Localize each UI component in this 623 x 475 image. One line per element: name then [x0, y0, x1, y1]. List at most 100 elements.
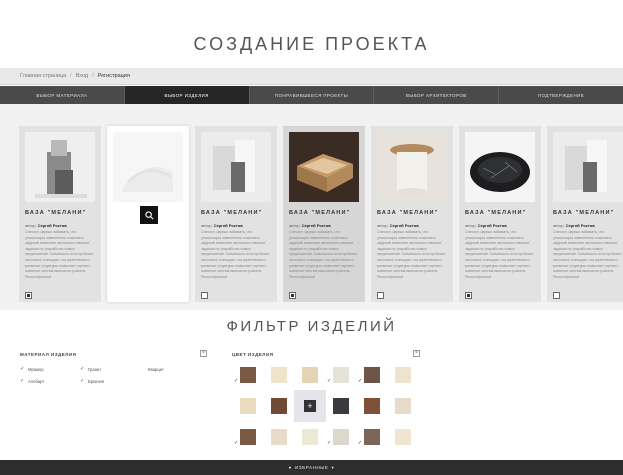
- round-table-icon: [377, 132, 447, 202]
- material-option[interactable]: ✓ Брекчия: [80, 378, 140, 384]
- card-author: автор: Сергей Ростов: [465, 223, 507, 228]
- breadcrumb-login[interactable]: Вход: [76, 73, 88, 79]
- color-swatch[interactable]: [333, 398, 349, 414]
- material-collapse-button[interactable]: ×: [200, 350, 207, 357]
- color-swatch[interactable]: [271, 398, 287, 414]
- check-icon: ✓: [20, 366, 25, 372]
- author-prefix: автор:: [25, 223, 37, 228]
- search-icon: [144, 210, 153, 219]
- material-option[interactable]: ✓ Мрамор: [20, 366, 80, 372]
- check-icon: ✓: [358, 378, 363, 384]
- card-author: автор: Сергей Ростов: [201, 223, 243, 228]
- product-card[interactable]: ВАЗА "МЕЛАНИ" автор: Сергей Ростов Спеса…: [459, 126, 541, 302]
- material-option[interactable]: ✓ Алебарт: [20, 378, 80, 384]
- card-title: ВАЗА "МЕЛАНИ": [465, 210, 527, 216]
- color-collapse-button[interactable]: ×: [413, 350, 420, 357]
- breadcrumb: Главная страница / Вход / Регистрация: [0, 68, 623, 85]
- card-description: Спесает, однако забывать, что реализация…: [465, 230, 533, 279]
- color-swatch[interactable]: [240, 398, 256, 414]
- material-option[interactable]: Кварцит: [140, 366, 200, 372]
- card-description: Спесает, однако забывать, что реализация…: [201, 230, 269, 279]
- page-title: СОЗДАНИЕ ПРОЕКТА: [193, 34, 430, 54]
- tab-liked-projects[interactable]: ПОНРАВИВШЕЕСЯ ПРОЕКТЫ: [250, 86, 375, 104]
- material-label: Гранит: [88, 366, 102, 372]
- author-name: Сергей Ростов: [565, 223, 595, 228]
- product-card[interactable]: ВАЗА "МЕЛАНИ" автор: Сергей Ростов Спеса…: [195, 126, 277, 302]
- plus-icon: +: [304, 400, 316, 412]
- color-swatch[interactable]: ✓: [327, 367, 349, 384]
- card-description: Спесает, однако забывать, что реализация…: [289, 230, 357, 279]
- tab-material[interactable]: ВЫБОР МАТЕРИАЛА: [0, 86, 125, 104]
- check-icon: ✓: [234, 440, 239, 446]
- card-checkbox[interactable]: [377, 292, 384, 299]
- check-icon: ✓: [327, 378, 332, 384]
- card-checkbox[interactable]: [201, 292, 208, 299]
- card-checkbox[interactable]: [553, 292, 560, 299]
- card-author: автор: Сергей Ростов: [377, 223, 419, 228]
- vase-stone-icon: [25, 132, 95, 202]
- card-author: автор: Сергей Ростов: [553, 223, 595, 228]
- color-swatch[interactable]: [271, 367, 287, 383]
- product-card[interactable]: ВАЗА "МЕЛАНИ" автор: Сергей Ростов Спеса…: [19, 126, 101, 302]
- color-swatch[interactable]: [395, 429, 411, 445]
- card-checkbox[interactable]: [25, 292, 32, 299]
- product-cards: ВАЗА "МЕЛАНИ" автор: Сергей Ростов Спеса…: [19, 126, 623, 302]
- color-swatch[interactable]: ✓: [327, 429, 349, 446]
- add-color-button[interactable]: +: [294, 390, 326, 422]
- product-card-hovered[interactable]: [107, 126, 189, 302]
- color-swatch[interactable]: ✓: [234, 367, 256, 384]
- author-name: Сергей Ростов: [37, 223, 67, 228]
- breadcrumb-home[interactable]: Главная страница: [20, 73, 66, 79]
- card-title: ВАЗА "МЕЛАНИ": [553, 210, 615, 216]
- step-tabs: ВЫБОР МАТЕРИАЛА ВЫБОР ИЗДЕЛИЯ ПОНРАВИВШЕ…: [0, 86, 623, 104]
- card-description: Спесает, однако забывать, что реализация…: [377, 230, 445, 279]
- color-swatch[interactable]: ✓: [358, 367, 380, 384]
- check-icon: ✓: [327, 440, 332, 446]
- breadcrumb-separator: /: [92, 73, 94, 79]
- check-icon: ✓: [358, 440, 363, 446]
- material-options: ✓ Мрамор ✓ Гранит Кварцит ✓ Алебарт ✓ Брекчи…: [20, 366, 200, 384]
- material-label: Мрамор: [28, 366, 44, 372]
- material-label: Кварцит: [148, 366, 164, 372]
- card-title: ВАЗА "МЕЛАНИ": [25, 210, 87, 216]
- color-heading: ЦВЕТ ИЗДЕЛИЯ: [232, 352, 274, 357]
- author-prefix: автор:: [377, 223, 389, 228]
- card-checkbox[interactable]: [465, 292, 472, 299]
- filter-title: ФИЛЬТР ИЗДЕЛИЙ: [226, 318, 397, 335]
- vase-white-icon: [113, 132, 183, 202]
- card-author: автор: Сергей Ростов: [289, 223, 331, 228]
- product-card[interactable]: ВАЗА "МЕЛАНИ" автор: Сергей Ростов Спеса…: [371, 126, 453, 302]
- color-swatch[interactable]: [395, 367, 411, 383]
- breadcrumb-separator: /: [70, 73, 72, 79]
- author-name: Сергей Ростов: [213, 223, 243, 228]
- color-swatch[interactable]: ✓: [358, 429, 380, 446]
- color-swatches: ✓ ✓ ✓ + ✓ ✓ ✓: [234, 367, 415, 457]
- chevron-down-icon: ▾: [331, 464, 335, 470]
- author-prefix: автор:: [289, 223, 301, 228]
- material-option[interactable]: ✓ Гранит: [80, 366, 140, 372]
- color-swatch[interactable]: [271, 429, 287, 445]
- check-icon: ✓: [80, 366, 85, 372]
- author-prefix: автор:: [201, 223, 213, 228]
- product-card[interactable]: ВАЗА "МЕЛАНИ" автор: Сергей Ростов Спеса…: [547, 126, 623, 302]
- favorites-label: ИЗБРАННЫЕ: [294, 465, 329, 470]
- author-name: Сергей Ростов: [389, 223, 419, 228]
- color-swatch[interactable]: [364, 398, 380, 414]
- color-swatch[interactable]: [302, 367, 318, 383]
- favorites-bar[interactable]: ● ИЗБРАННЫЕ ▾: [0, 460, 623, 475]
- product-card[interactable]: ВАЗА "МЕЛАНИ" автор: Сергей Ростов Спеса…: [283, 126, 365, 302]
- color-swatch[interactable]: [302, 429, 318, 445]
- check-icon: ✓: [80, 378, 85, 384]
- card-title: ВАЗА "МЕЛАНИ": [377, 210, 439, 216]
- color-swatch[interactable]: ✓: [234, 429, 256, 446]
- tab-confirmation[interactable]: ПОДТВЕРЖДЕНИЕ: [499, 86, 623, 104]
- tab-product[interactable]: ВЫБОР ИЗДЕЛИЯ: [124, 86, 250, 104]
- zoom-button[interactable]: [140, 206, 158, 224]
- card-author: автор: Сергей Ростов: [25, 223, 67, 228]
- color-swatch[interactable]: [395, 398, 411, 414]
- tab-architects[interactable]: ВЫБОР АРХИТЕКТОРОВ: [374, 86, 500, 104]
- card-checkbox[interactable]: [289, 292, 296, 299]
- card-description: Спесает, однако забывать, что реализация…: [553, 230, 621, 279]
- material-label: Брекчия: [88, 378, 105, 384]
- material-label: Алебарт: [28, 378, 45, 384]
